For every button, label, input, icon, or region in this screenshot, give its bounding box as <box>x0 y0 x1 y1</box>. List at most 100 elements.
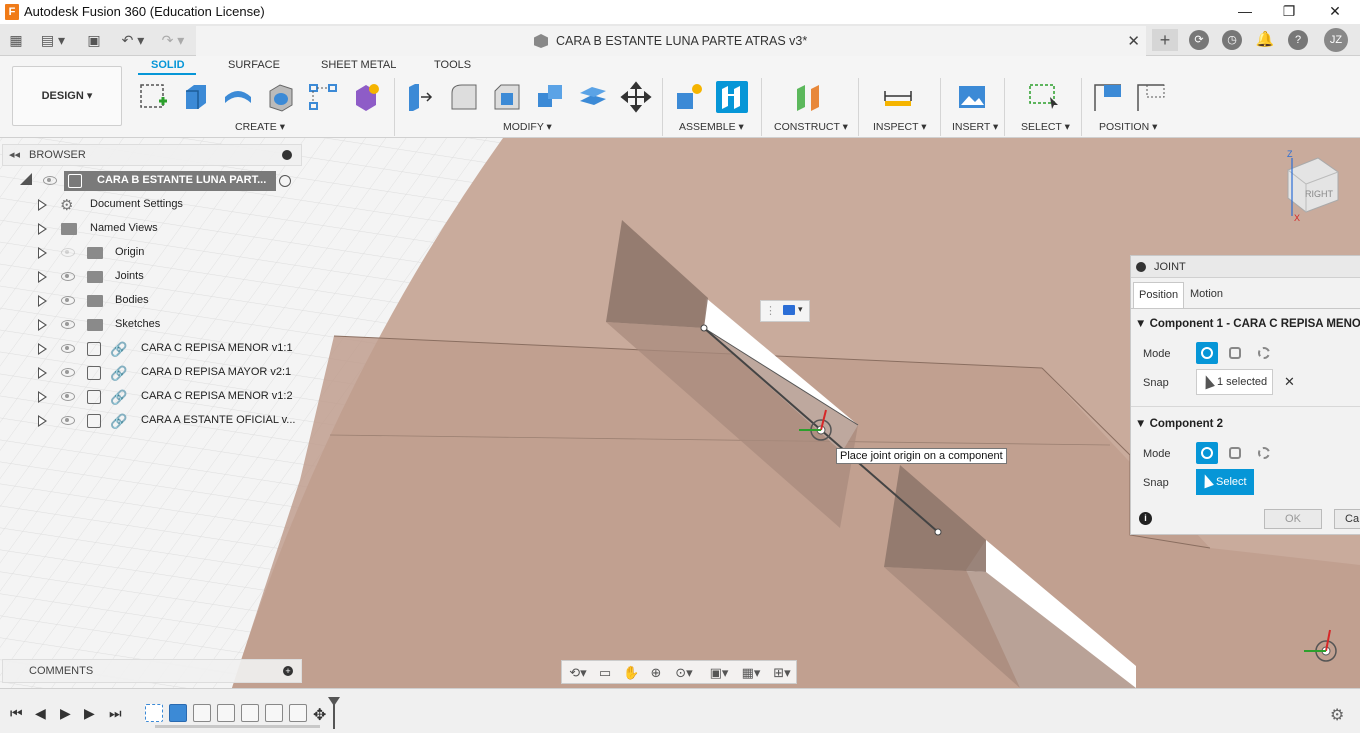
step-back-icon[interactable]: ◀︎ <box>35 705 46 722</box>
notifications-bell-icon[interactable]: 🔔 <box>1255 30 1275 50</box>
maximize-button[interactable]: ❐ <box>1266 0 1312 24</box>
minimize-button[interactable]: — <box>1222 0 1268 24</box>
revert-position-icon[interactable] <box>1135 81 1167 113</box>
browser-item[interactable]: Named Views <box>0 217 300 241</box>
two-edge-intersection-button[interactable] <box>1253 342 1275 364</box>
pattern-icon[interactable] <box>307 81 339 113</box>
extensions-icon[interactable]: ⟳ <box>1189 30 1209 50</box>
drag-handle-icon[interactable]: ⋮ <box>765 304 776 317</box>
window-select-icon[interactable] <box>1028 81 1060 113</box>
browser-item[interactable]: 🔗 CARA C REPISA MENOR v1:1 <box>0 337 300 361</box>
browser-item[interactable]: 🔗 CARA D REPISA MAYOR v2:1 <box>0 361 300 385</box>
expand-triangle-icon[interactable] <box>38 247 47 259</box>
construct-group-label[interactable]: CONSTRUCT ▾ <box>774 121 848 133</box>
create-form-icon[interactable] <box>350 81 382 113</box>
go-to-start-icon[interactable]: ⏮ <box>10 705 23 722</box>
job-status-icon[interactable]: ◷ <box>1222 30 1242 50</box>
save-icon[interactable]: ▣ <box>84 29 104 51</box>
close-tab-icon[interactable]: ✕ <box>1127 32 1140 50</box>
cancel-button[interactable]: Ca <box>1334 509 1360 529</box>
data-panel-grid-icon[interactable]: ▦ <box>6 29 26 51</box>
shell-icon[interactable] <box>265 81 297 113</box>
component-2-section[interactable]: ▼ Component 2 <box>1135 418 1223 430</box>
browser-item[interactable]: 🔗 CARA A ESTANTE OFICIAL v... <box>0 409 300 433</box>
display-settings-icon[interactable]: ▣▾ <box>706 665 732 681</box>
user-avatar[interactable]: JZ <box>1324 28 1348 52</box>
tab-surface[interactable]: SURFACE <box>228 59 280 71</box>
timeline-joint-feature[interactable] <box>193 704 211 722</box>
visibility-eye-icon[interactable] <box>61 368 75 377</box>
press-pull-icon[interactable] <box>405 81 437 113</box>
browser-item[interactable]: ⚙ Document Settings <box>0 193 300 217</box>
between-two-faces-button[interactable] <box>1224 342 1246 364</box>
timeline-sketch-feature[interactable] <box>145 704 163 722</box>
visibility-eye-icon[interactable] <box>61 296 75 305</box>
viewports-icon[interactable]: ⊞▾ <box>769 665 795 681</box>
timeline-joint-feature[interactable] <box>265 704 283 722</box>
comments-panel[interactable]: COMMENTS + <box>2 659 302 683</box>
expand-triangle-icon[interactable] <box>38 295 47 307</box>
add-comment-icon[interactable]: + <box>283 666 293 676</box>
redo-icon[interactable]: ↷ ▾ <box>156 29 190 51</box>
tab-motion[interactable]: Motion <box>1185 282 1228 308</box>
timeline-move-feature-icon[interactable]: ✥ <box>313 705 326 725</box>
component-1-snap-field[interactable]: 1 selected <box>1196 369 1273 395</box>
offset-face-icon[interactable] <box>577 81 609 113</box>
expand-triangle-icon[interactable] <box>38 223 47 235</box>
browser-item[interactable]: Origin <box>0 241 300 265</box>
measure-icon[interactable] <box>882 81 914 113</box>
expand-triangle-icon[interactable] <box>38 367 47 379</box>
expand-triangle-icon[interactable] <box>38 343 47 355</box>
visibility-eye-icon[interactable] <box>61 416 75 425</box>
select-group-label[interactable]: SELECT ▾ <box>1021 121 1070 133</box>
step-forward-icon[interactable]: ▶︎ <box>84 705 95 722</box>
document-tab[interactable]: CARA B ESTANTE LUNA PARTE ATRAS v3* ✕ <box>196 26 1146 56</box>
new-component-icon[interactable] <box>673 81 705 113</box>
look-at-icon[interactable]: ▭ <box>597 665 613 681</box>
file-menu-icon[interactable]: ▤ ▾ <box>38 29 68 51</box>
browser-minimize-icon[interactable] <box>282 150 292 160</box>
expand-triangle-icon[interactable] <box>38 391 47 403</box>
browser-item[interactable]: Joints <box>0 265 300 289</box>
joint-mini-toolbar[interactable]: ⋮ ▾ <box>760 300 810 322</box>
browser-item[interactable]: Bodies <box>0 289 300 313</box>
timeline-marker[interactable] <box>328 697 340 729</box>
visibility-eye-icon[interactable] <box>61 392 75 401</box>
chevron-down-icon[interactable]: ▾ <box>798 304 803 315</box>
create-sketch-icon[interactable] <box>137 81 169 113</box>
visibility-eye-icon[interactable] <box>61 272 75 281</box>
joint-icon[interactable] <box>716 81 748 113</box>
extrude-icon[interactable] <box>180 81 212 113</box>
zoom-icon[interactable]: ⊕ <box>648 665 664 681</box>
collapse-panel-icon[interactable]: ◂◂ <box>9 148 20 161</box>
close-window-button[interactable]: ✕ <box>1312 0 1358 24</box>
orbit-icon[interactable]: ⟲▾ <box>566 665 590 681</box>
create-group-label[interactable]: CREATE ▾ <box>235 121 285 133</box>
workspace-switcher[interactable]: DESIGN ▾ <box>12 66 122 126</box>
component-2-select-button[interactable]: Select <box>1196 469 1254 495</box>
pan-hand-icon[interactable]: ✋ <box>623 665 639 681</box>
fit-window-icon[interactable]: ⊙▾ <box>672 665 696 681</box>
component-1-section[interactable]: ▼ Component 1 - CARA C REPISA MENOR <box>1135 318 1360 330</box>
insert-image-icon[interactable] <box>956 81 988 113</box>
move-icon[interactable] <box>620 81 652 113</box>
timeline-joint-feature[interactable] <box>217 704 235 722</box>
chamfer-icon[interactable] <box>491 81 523 113</box>
timeline-joint-feature[interactable] <box>289 704 307 722</box>
browser-root[interactable]: CARA B ESTANTE LUNA PART... <box>0 169 300 193</box>
tab-solid[interactable]: SOLID <box>151 59 185 71</box>
play-icon[interactable]: ▶ <box>60 705 71 722</box>
tab-tools[interactable]: TOOLS <box>434 59 471 71</box>
timeline-extrude-feature[interactable] <box>169 704 187 722</box>
joint-alignment-icon[interactable] <box>783 305 795 315</box>
timeline-settings-gear-icon[interactable]: ⚙ <box>1330 705 1344 725</box>
revolve-icon[interactable] <box>222 81 254 113</box>
assemble-group-label[interactable]: ASSEMBLE ▾ <box>679 121 744 133</box>
expand-triangle-icon[interactable] <box>38 271 47 283</box>
info-icon[interactable]: i <box>1139 512 1152 525</box>
visibility-eye-icon[interactable] <box>61 320 75 329</box>
browser-item[interactable]: Sketches <box>0 313 300 337</box>
modify-group-label[interactable]: MODIFY ▾ <box>503 121 552 133</box>
expand-triangle-icon[interactable] <box>38 319 47 331</box>
activate-component-icon[interactable] <box>279 175 291 187</box>
